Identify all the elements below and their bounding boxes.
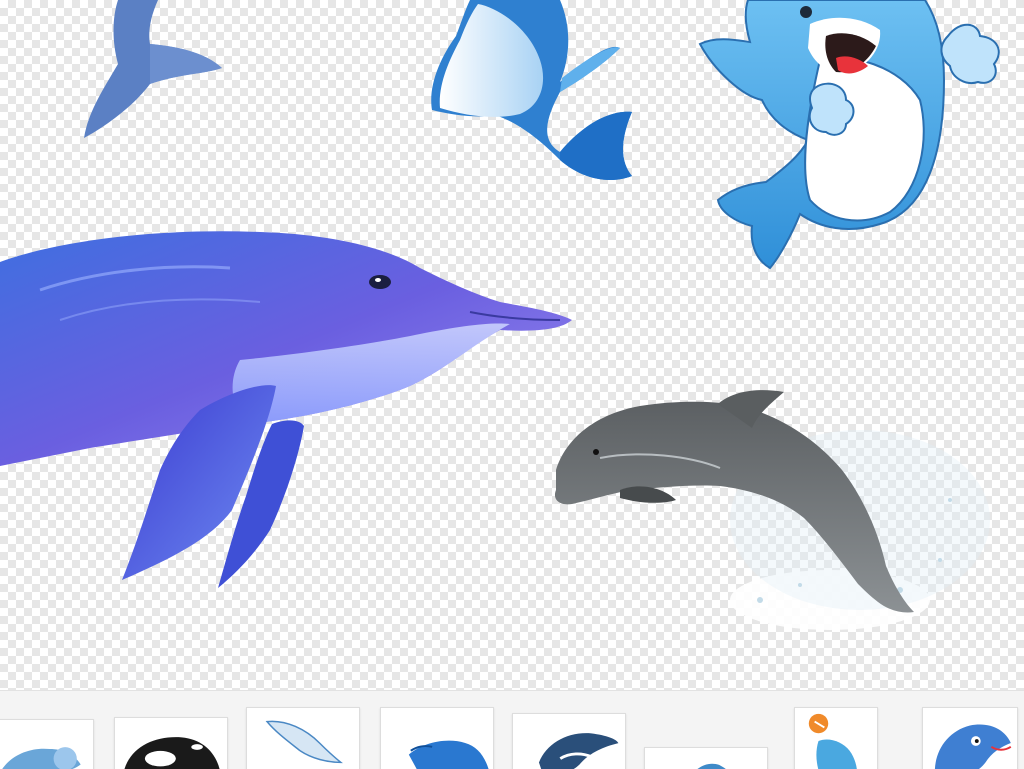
purple-realistic-dolphin bbox=[0, 231, 572, 588]
leaping-grey-dolphin bbox=[554, 390, 990, 630]
thumb-sketch-dolphin[interactable] bbox=[246, 707, 360, 769]
thumb-orca[interactable] bbox=[114, 717, 228, 769]
thumb-dolphin-with-ball[interactable] bbox=[794, 707, 878, 769]
thumbs-up-cartoon-dolphin bbox=[698, 0, 1000, 270]
white-belly-cartoon-dolphin bbox=[431, 0, 632, 181]
partial-tail-dolphin bbox=[84, 0, 222, 138]
thumb-blue-dolphin-swimming[interactable] bbox=[380, 707, 494, 769]
dolphin-artwork bbox=[0, 0, 1000, 630]
transparent-canvas bbox=[0, 0, 1024, 690]
thumb-cartoon-dolphin[interactable] bbox=[922, 707, 1018, 769]
thumbnail-strip bbox=[0, 690, 1024, 769]
thumb-orca-jumping[interactable] bbox=[512, 713, 626, 769]
thumb-blue-dolphin-partial[interactable] bbox=[0, 719, 94, 769]
thumb-small-dolphin[interactable] bbox=[644, 747, 768, 769]
